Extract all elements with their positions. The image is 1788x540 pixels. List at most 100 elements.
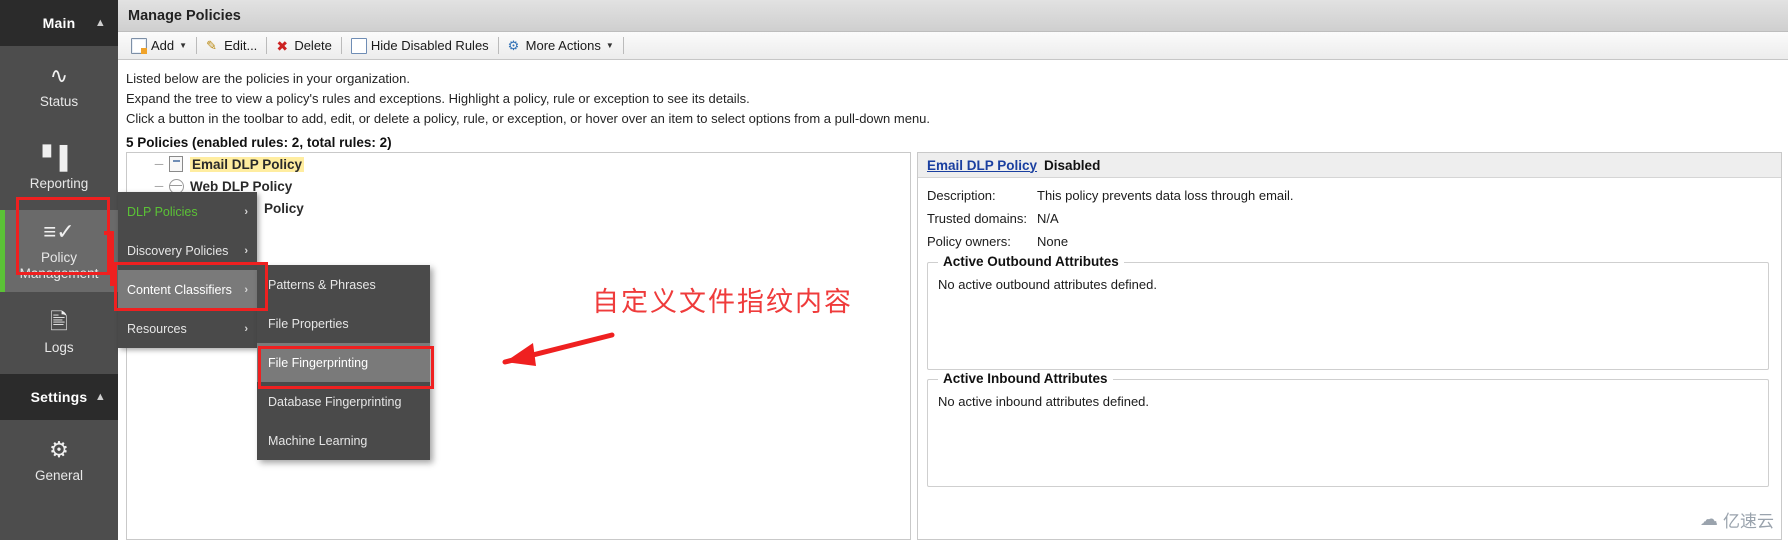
document-edit-icon: 🖹 bbox=[50, 308, 68, 334]
toolbar-separator bbox=[622, 37, 624, 54]
submenu-item-file-fingerprinting-label: File Fingerprinting bbox=[268, 355, 369, 370]
instructions-line-3: Click a button in the toolbar to add, ed… bbox=[126, 111, 931, 127]
page-title: Manage Policies bbox=[128, 7, 241, 24]
detail-field-key: Policy owners: bbox=[927, 234, 1011, 249]
detail-field-key: Trusted domains: bbox=[927, 211, 1027, 226]
chevron-right-icon: › bbox=[244, 205, 248, 218]
status-badge: Disabled bbox=[1044, 157, 1101, 173]
menu-item-content-classifiers[interactable]: Content Classifiers › bbox=[118, 270, 257, 309]
add-button-label: Add bbox=[151, 38, 175, 53]
active-outbound-attributes-group: Active Outbound Attributes No active out… bbox=[927, 254, 1769, 370]
pencil-icon: ✎ bbox=[206, 37, 217, 53]
policy-doc-icon bbox=[167, 156, 185, 172]
detail-field-description: Description: This policy prevents data l… bbox=[918, 184, 1781, 207]
menu-item-discovery-policies-label: Discovery Policies bbox=[127, 243, 229, 258]
submenu-item-file-fingerprinting[interactable]: File Fingerprinting bbox=[257, 343, 430, 382]
menu-item-resources[interactable]: Resources › bbox=[118, 309, 257, 348]
edit-button-label: Edit... bbox=[224, 38, 258, 53]
policy-detail-link[interactable]: Email DLP Policy bbox=[927, 158, 1037, 173]
chevron-up-icon[interactable]: ▲ bbox=[95, 391, 106, 403]
sidebar-item-reporting[interactable]: ▘▌ Reporting bbox=[0, 128, 118, 210]
chevron-up-icon[interactable]: ▲ bbox=[95, 17, 106, 29]
detail-field-value: None bbox=[1037, 234, 1069, 249]
detail-header: Email DLP Policy Disabled bbox=[918, 153, 1781, 178]
annotation-text: 自定义文件指纹内容 bbox=[592, 287, 853, 318]
sidebar-item-logs-label: Logs bbox=[44, 339, 74, 355]
instructions-block: Listed below are the policies in your or… bbox=[118, 60, 1788, 131]
detail-field-key: Description: bbox=[927, 188, 996, 203]
detail-field-value: This policy prevents data loss through e… bbox=[1037, 188, 1294, 203]
tree-row[interactable]: ─ Email DLP Policy bbox=[127, 153, 910, 175]
more-actions-icon: ⚙ bbox=[507, 37, 520, 53]
gear-icon: ⚙ bbox=[49, 436, 69, 462]
detail-field-value: N/A bbox=[1037, 211, 1059, 226]
chevron-right-icon: › bbox=[244, 283, 248, 296]
more-actions-label: More Actions bbox=[525, 38, 601, 53]
toolbar: Add ▼ ✎ Edit... ✖ Delete Hide Disabled R… bbox=[118, 32, 1788, 60]
chevron-right-icon: › bbox=[244, 244, 248, 257]
tree-elbow-icon: ─ bbox=[154, 157, 164, 171]
toolbar-separator bbox=[266, 37, 268, 54]
red-x-icon: ✖ bbox=[276, 37, 289, 54]
delete-button-label: Delete bbox=[294, 38, 332, 53]
submenu-item-file-properties-label: File Properties bbox=[268, 316, 349, 331]
add-button[interactable]: Add ▼ bbox=[124, 35, 194, 57]
menu-item-content-classifiers-label: Content Classifiers bbox=[127, 282, 232, 297]
submenu-item-machine-learning-label: Machine Learning bbox=[268, 433, 368, 448]
instructions-line-1: Listed below are the policies in your or… bbox=[126, 71, 411, 86]
context-menu[interactable]: DLP Policies › Discovery Policies › Cont… bbox=[118, 192, 257, 348]
hide-disabled-rules-button[interactable]: Hide Disabled Rules bbox=[344, 35, 496, 57]
more-actions-button[interactable]: ⚙ More Actions ▼ bbox=[501, 35, 621, 57]
sidebar-section-main[interactable]: Main ▲ bbox=[0, 0, 118, 46]
edit-button[interactable]: ✎ Edit... bbox=[199, 35, 264, 57]
cloud-icon: ☁ bbox=[1700, 509, 1718, 530]
menu-item-resources-label: Resources bbox=[127, 321, 187, 336]
submenu-item-file-properties[interactable]: File Properties bbox=[257, 304, 430, 343]
policy-detail-panel: Email DLP Policy Disabled Description: T… bbox=[917, 152, 1782, 540]
tree-elbow-icon: ─ bbox=[154, 179, 164, 193]
submenu-item-patterns-phrases-label: Patterns & Phrases bbox=[268, 277, 376, 292]
menu-item-dlp-policies[interactable]: DLP Policies › bbox=[118, 192, 257, 231]
hide-disabled-rules-label: Hide Disabled Rules bbox=[370, 38, 489, 53]
tree-row-label: Email DLP Policy bbox=[190, 156, 305, 172]
submenu-item-database-fingerprinting-label: Database Fingerprinting bbox=[268, 394, 402, 409]
menu-item-dlp-policies-label: DLP Policies bbox=[127, 204, 198, 219]
instructions-line-2: Expand the tree to view a policy's rules… bbox=[126, 91, 750, 107]
active-inbound-attributes-group: Active Inbound Attributes No active inbo… bbox=[927, 371, 1769, 487]
left-sidebar: Main ▲ ∿ Status ▘▌ Reporting ≡✓ Policy M… bbox=[0, 0, 118, 540]
pulse-icon: ∿ bbox=[49, 62, 69, 88]
sidebar-item-general-label: General bbox=[34, 467, 84, 483]
active-outbound-attributes-body: No active outbound attributes defined. bbox=[938, 277, 1157, 292]
toolbar-separator bbox=[340, 37, 342, 54]
chevron-down-icon[interactable]: ▼ bbox=[179, 41, 187, 50]
tree-row-label: Policy bbox=[264, 200, 304, 216]
active-inbound-attributes-legend: Active Inbound Attributes bbox=[938, 371, 1113, 386]
sidebar-section-settings-label: Settings bbox=[30, 389, 88, 405]
submenu-item-machine-learning[interactable]: Machine Learning bbox=[257, 421, 430, 460]
sidebar-item-status[interactable]: ∿ Status bbox=[0, 46, 118, 128]
sidebar-item-policy-management-label: Policy Management bbox=[19, 249, 99, 281]
page-title-bar: Manage Policies bbox=[118, 0, 1788, 32]
chevron-down-icon[interactable]: ▼ bbox=[606, 41, 614, 50]
sidebar-item-policy-management[interactable]: ≡✓ Policy Management bbox=[0, 210, 118, 292]
sidebar-item-logs[interactable]: 🖹 Logs bbox=[0, 292, 118, 374]
content-classifiers-submenu[interactable]: Patterns & Phrases File Properties File … bbox=[257, 265, 430, 460]
chevron-right-icon: › bbox=[244, 322, 248, 335]
toolbar-separator bbox=[196, 37, 198, 54]
watermark: ☁ 亿速云 bbox=[1700, 507, 1774, 532]
sidebar-section-settings[interactable]: Settings ▲ bbox=[0, 374, 118, 420]
menu-item-discovery-policies[interactable]: Discovery Policies › bbox=[118, 231, 257, 270]
watermark-text: 亿速云 bbox=[1723, 512, 1774, 532]
sidebar-item-status-label: Status bbox=[39, 93, 79, 109]
submenu-item-patterns-phrases[interactable]: Patterns & Phrases bbox=[257, 265, 430, 304]
active-inbound-attributes-body: No active inbound attributes defined. bbox=[938, 394, 1150, 409]
delete-button[interactable]: ✖ Delete bbox=[269, 35, 339, 57]
sidebar-section-main-label: Main bbox=[42, 15, 76, 31]
add-page-icon bbox=[131, 37, 147, 54]
checklist-icon: ≡✓ bbox=[43, 218, 75, 244]
submenu-item-database-fingerprinting[interactable]: Database Fingerprinting bbox=[257, 382, 430, 421]
blank-square-icon bbox=[350, 37, 367, 54]
bar-chart-icon: ▘▌ bbox=[42, 144, 76, 170]
sidebar-item-general[interactable]: ⚙ General bbox=[0, 420, 118, 502]
detail-field-trusted-domains: Trusted domains: N/A bbox=[918, 207, 1781, 230]
